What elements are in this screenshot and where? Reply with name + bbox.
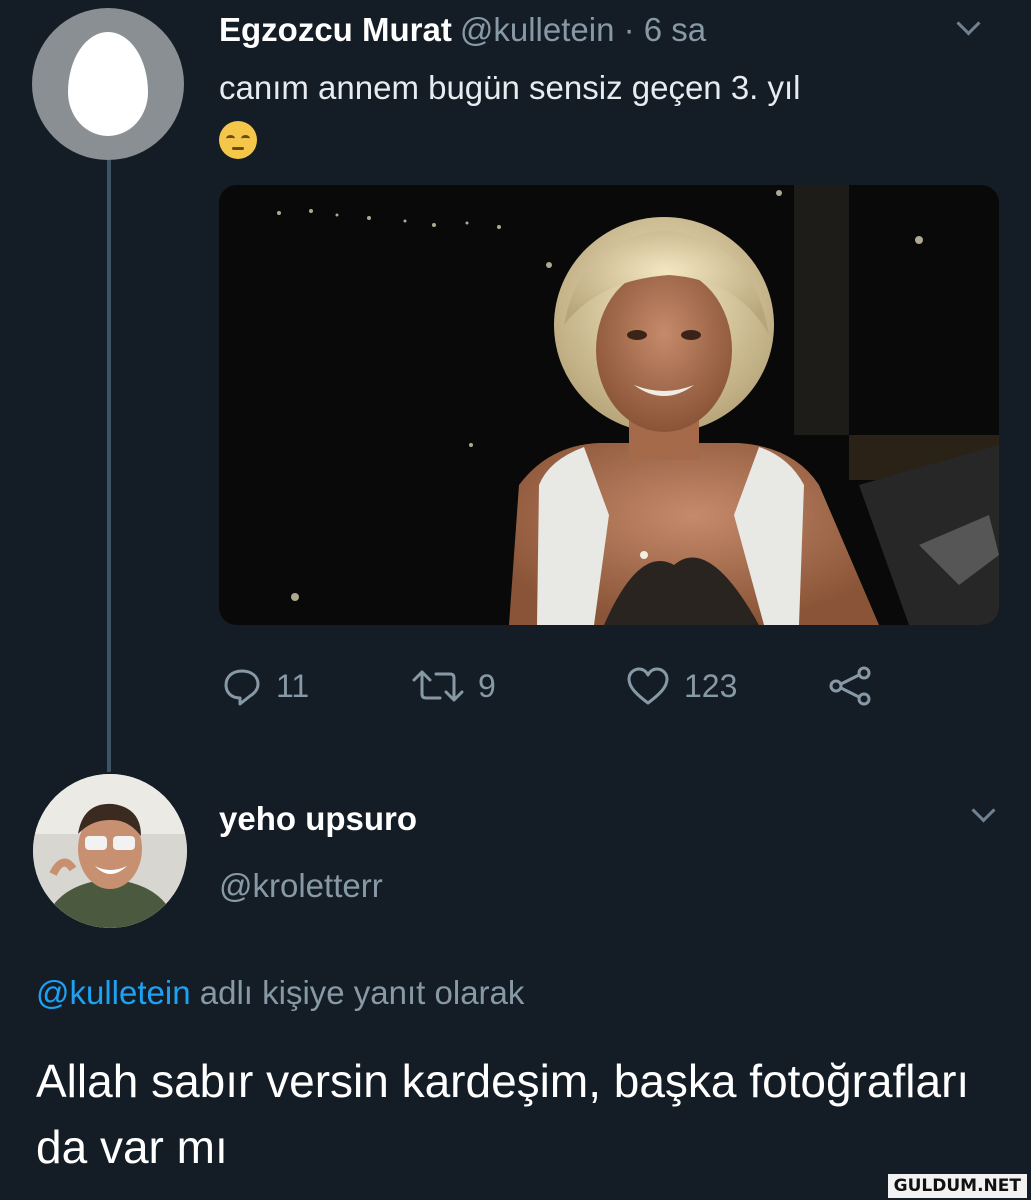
like-button[interactable]: 123 [626,664,737,708]
reply-button[interactable]: 11 [222,664,309,708]
share-button[interactable] [828,664,872,708]
thread-line [107,160,111,772]
reply-text: Allah sabır versin kardeşim, başka fotoğ… [36,1055,970,1173]
reply-icon [224,669,260,706]
retweet-count: 9 [478,667,496,704]
pensive-face-emoji [219,121,257,159]
like-icon [627,667,669,705]
egg-icon [68,32,148,136]
tweet-header: Egzozcu Murat @kulletein · 6 sa [219,10,706,50]
reply-context-text: adlı kişiye yanıt olarak [190,974,525,1011]
tweet-text: canım annem bugün sensiz geçen 3. yıl [219,69,801,106]
tweet-photo[interactable] [219,185,999,625]
retweet-button[interactable]: 9 [412,664,496,708]
chevron-down-icon[interactable] [956,11,981,36]
mention-link[interactable]: @kulletein [36,974,191,1011]
author-name[interactable]: Egzozcu Murat [219,11,452,48]
reply-context: @kulletein adlı kişiye yanıt olarak [36,971,524,1015]
watermark: GULDUM.NET [887,1174,1027,1198]
tweet-thread: Egzozcu Murat @kulletein · 6 sa canım ann… [0,0,1031,1200]
egg-avatar[interactable] [32,8,184,160]
share-icon [829,666,871,706]
author-handle-time: @kulletein · 6 sa [459,11,707,48]
chevron-down-icon[interactable] [971,798,996,823]
retweet-icon [412,670,464,702]
like-count: 123 [684,667,738,704]
reply-author-handle[interactable]: @kroletterr [219,866,383,906]
reply-avatar[interactable] [33,774,187,928]
reply-count: 11 [276,667,310,704]
reply-author-name[interactable]: yeho upsuro [219,799,417,839]
